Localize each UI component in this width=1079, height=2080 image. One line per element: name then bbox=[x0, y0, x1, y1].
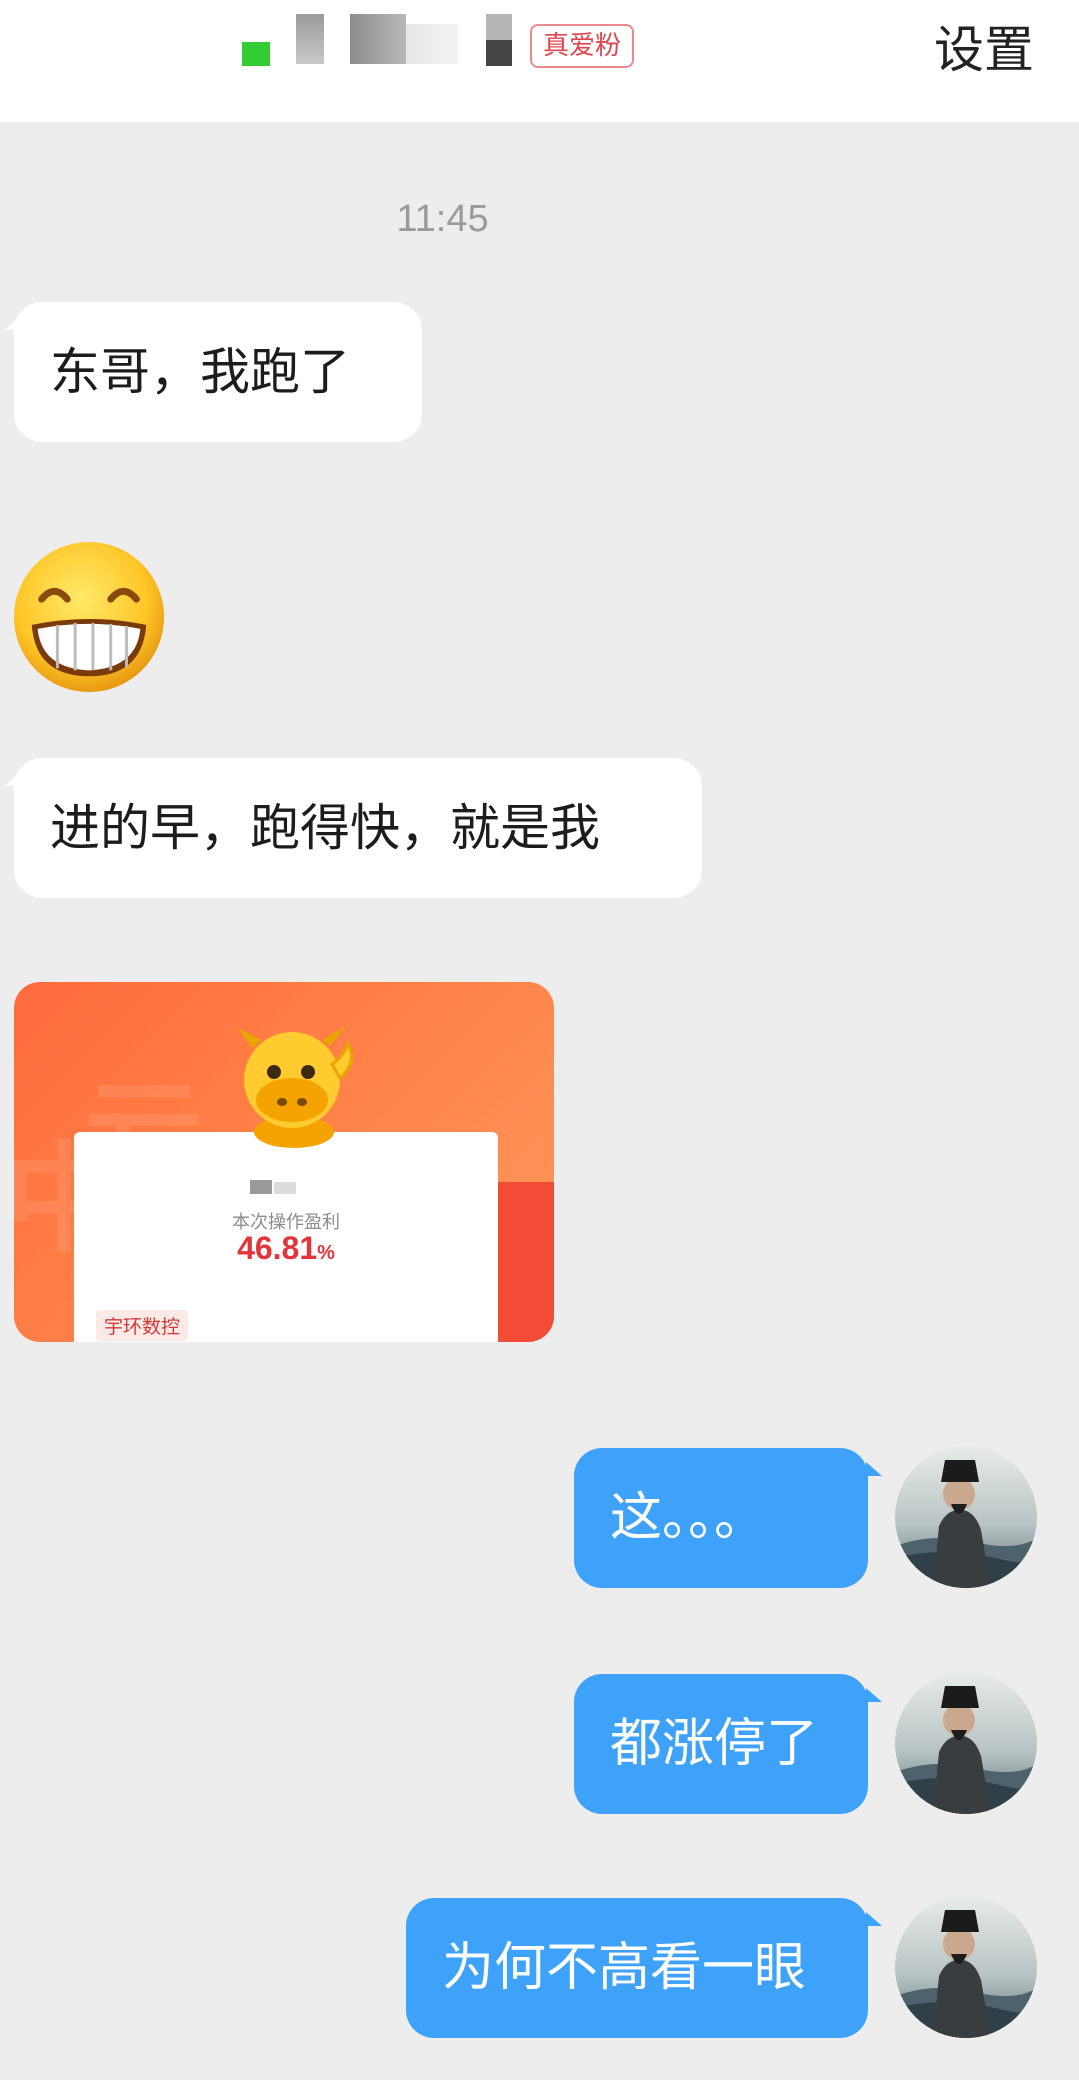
chat-screen: 真爱粉 设置 11:45 东哥，我跑了 进的早，跑得快，就是我 中 本次操作盈利… bbox=[0, 0, 1079, 2080]
cow-mascot-icon bbox=[238, 1026, 354, 1148]
message-text: 东哥，我跑了 bbox=[50, 343, 350, 401]
grinning-face-emoji[interactable] bbox=[10, 538, 168, 696]
redacted-name bbox=[274, 1182, 296, 1194]
message-text: 都涨停了 bbox=[610, 1714, 819, 1774]
stock-name-tag: 宇环数控 bbox=[96, 1310, 189, 1341]
avatar-icon bbox=[895, 1446, 1037, 1588]
shared-profit-image[interactable]: 中 亏 本次操作盈利 46.81% 宇环数控 bbox=[14, 982, 554, 1342]
profit-value: 46.81% bbox=[237, 1230, 335, 1266]
user-avatar[interactable] bbox=[895, 1672, 1037, 1814]
incoming-message-bubble[interactable]: 东哥，我跑了 bbox=[4, 302, 422, 442]
avatar-icon bbox=[895, 1672, 1037, 1814]
user-avatar[interactable] bbox=[895, 1446, 1037, 1588]
message-timestamp: 11:45 bbox=[396, 198, 489, 240]
outgoing-message-bubble[interactable]: 为何不高看一眼 bbox=[406, 1898, 882, 2038]
chat-header: 真爱粉 设置 bbox=[0, 0, 1079, 122]
fan-badge: 真爱粉 bbox=[530, 24, 635, 68]
outgoing-message-bubble[interactable]: 这。。。 bbox=[574, 1448, 882, 1588]
redacted-name bbox=[250, 1180, 272, 1194]
settings-button[interactable]: 设置 bbox=[934, 20, 1034, 80]
message-text: 这。。。 bbox=[610, 1488, 767, 1548]
outgoing-message-bubble[interactable]: 都涨停了 bbox=[574, 1674, 882, 1814]
user-avatar[interactable] bbox=[895, 1896, 1037, 2038]
message-text: 进的早，跑得快，就是我 bbox=[50, 799, 600, 857]
incoming-message-bubble[interactable]: 进的早，跑得快，就是我 bbox=[4, 758, 702, 898]
avatar-icon bbox=[895, 1896, 1037, 2038]
message-text: 为何不高看一眼 bbox=[442, 1938, 807, 1998]
